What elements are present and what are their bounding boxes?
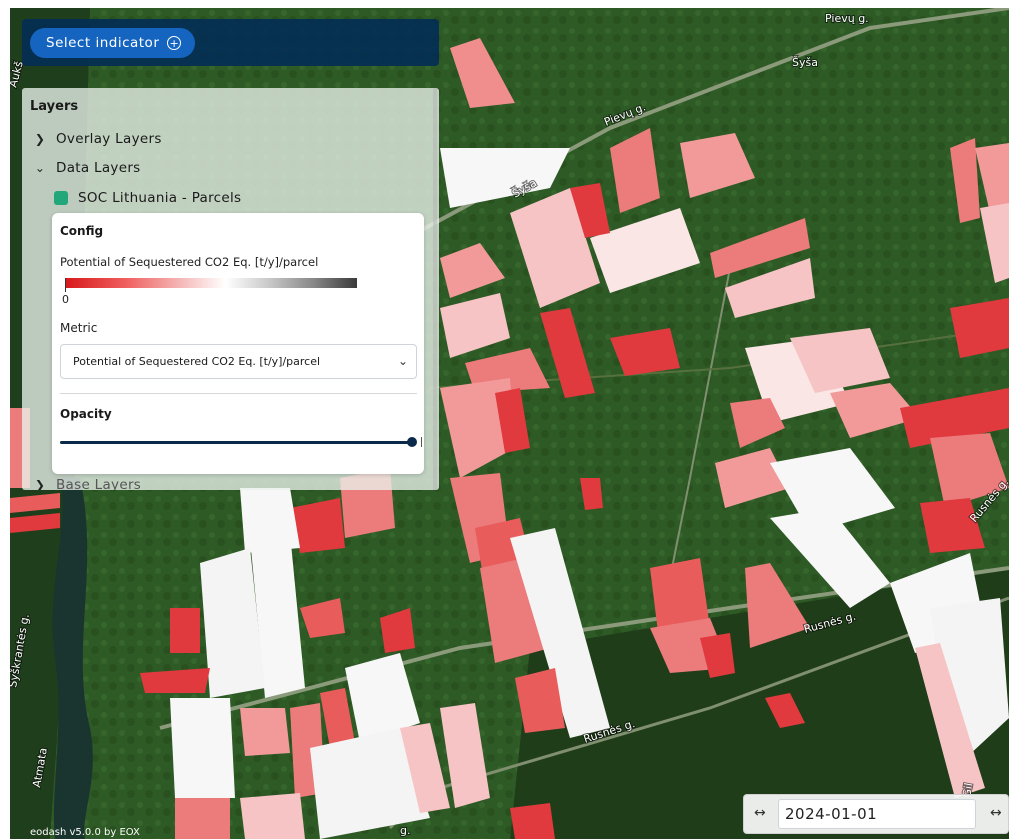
- date-input[interactable]: 2024-01-01: [778, 799, 976, 829]
- attribution: eodash v5.0.0 by EOX: [30, 827, 140, 838]
- tree-item-label: Base Layers: [56, 477, 142, 490]
- plus-circle-icon: +: [167, 36, 182, 50]
- layers-panel: Layers ❯ Overlay Layers ⌄ Data Layers SO…: [22, 88, 439, 490]
- legend-label: Potential of Sequestered CO2 Eq. [t/y]/p…: [60, 255, 319, 269]
- opacity-slider[interactable]: [60, 441, 413, 444]
- arrow-left-right-icon[interactable]: ↔: [990, 805, 1002, 821]
- parcel[interactable]: [510, 803, 555, 839]
- chevron-down-icon: ⌄: [34, 161, 46, 175]
- top-bar: Select indicator +: [22, 19, 439, 66]
- parcel[interactable]: [240, 793, 305, 839]
- layers-title: Layers: [30, 99, 79, 114]
- select-indicator-label: Select indicator: [46, 35, 160, 51]
- legend-color-ramp: [65, 278, 357, 288]
- layer-config-card: Config Potential of Sequestered CO2 Eq. …: [52, 213, 424, 474]
- tree-item-data-layers[interactable]: ⌄ Data Layers: [34, 160, 141, 176]
- layer-color-swatch: [54, 191, 68, 205]
- river-label: Šyša: [792, 56, 818, 69]
- chevron-right-icon: ❯: [34, 478, 46, 490]
- date-selector: ↔ 2024-01-01 ↔: [743, 794, 1009, 834]
- layer-item-soc-lithuania[interactable]: SOC Lithuania - Parcels: [54, 190, 241, 206]
- parcel[interactable]: [170, 698, 235, 798]
- tree-item-overlay-layers[interactable]: ❯ Overlay Layers: [34, 131, 162, 147]
- street-label: g.: [400, 824, 410, 837]
- panel-scrollbar[interactable]: [433, 88, 437, 490]
- parcel[interactable]: [240, 708, 290, 756]
- opacity-label: Opacity: [60, 407, 112, 421]
- layer-item-label: SOC Lithuania - Parcels: [78, 190, 242, 206]
- street-label: Pievų g.: [825, 12, 869, 25]
- arrow-left-right-icon[interactable]: ↔: [754, 805, 766, 821]
- slider-end-marker: [421, 437, 422, 447]
- divider: [60, 393, 417, 394]
- parcel[interactable]: [175, 798, 230, 839]
- tree-item-label: Overlay Layers: [56, 131, 162, 147]
- tree-item-base-layers[interactable]: ❯ Base Layers: [34, 477, 141, 490]
- parcel[interactable]: [950, 298, 1009, 358]
- parcel[interactable]: [170, 608, 200, 653]
- metric-select[interactable]: Potential of Sequestered CO2 Eq. [t/y]/p…: [60, 344, 417, 379]
- tree-item-label: Data Layers: [56, 160, 141, 176]
- config-title: Config: [60, 224, 104, 238]
- chevron-down-icon: ⌄: [397, 354, 408, 368]
- legend-tick: [65, 278, 66, 292]
- select-indicator-button[interactable]: Select indicator +: [30, 28, 196, 58]
- metric-select-value: Potential of Sequestered CO2 Eq. [t/y]/p…: [73, 355, 321, 368]
- chevron-right-icon: ❯: [34, 132, 46, 146]
- legend-min-label: 0: [62, 293, 69, 306]
- metric-label: Metric: [60, 321, 98, 335]
- opacity-slider-thumb[interactable]: [407, 437, 417, 447]
